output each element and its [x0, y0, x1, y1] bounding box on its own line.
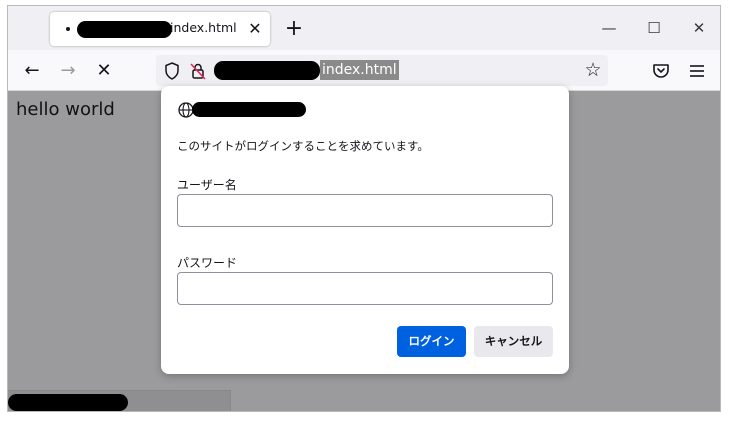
cancel-button[interactable]: キャンセル: [474, 326, 553, 357]
password-label: パスワード: [177, 256, 238, 270]
minimize-button[interactable]: —: [587, 14, 631, 42]
login-button[interactable]: ログイン: [397, 326, 466, 357]
tab-title-redacted: [77, 21, 172, 38]
bookmark-star-icon[interactable]: ☆: [582, 59, 604, 81]
status-text-redacted: [8, 394, 128, 411]
maximize-button[interactable]: ☐: [632, 14, 676, 42]
tab-strip: index.html ✕ + — ☐ ✕: [8, 6, 720, 50]
username-label: ユーザー名: [177, 178, 237, 192]
browser-window: index.html ✕ + — ☐ ✕ ← → ✕ index.html ☆: [7, 5, 721, 412]
url-bar[interactable]: index.html ☆: [156, 55, 608, 86]
password-field[interactable]: [177, 272, 553, 305]
insecure-lock-icon[interactable]: [188, 61, 208, 81]
status-bar: [8, 390, 231, 411]
tracking-protection-shield-icon[interactable]: [162, 61, 182, 81]
tab-loading-indicator: [66, 27, 70, 31]
tab-close-icon[interactable]: ✕: [246, 19, 264, 39]
back-button[interactable]: ←: [18, 58, 46, 84]
login-dialog: このサイトがログインすることを求めています。 ユーザー名 パスワード ログイン …: [161, 86, 569, 374]
forward-button[interactable]: →: [54, 58, 82, 84]
dialog-message: このサイトがログインすることを求めています。: [177, 139, 429, 153]
stop-button[interactable]: ✕: [90, 58, 118, 84]
tab-title: index.html: [170, 20, 237, 35]
url-host-redacted: [214, 61, 320, 80]
tab-active[interactable]: index.html ✕: [50, 12, 270, 46]
dialog-host-redacted: [192, 102, 306, 117]
url-path-selected[interactable]: index.html: [320, 60, 399, 80]
pocket-icon[interactable]: [649, 59, 673, 83]
username-field[interactable]: [177, 194, 553, 227]
page-body-text: hello world: [16, 99, 115, 120]
menu-hamburger-icon[interactable]: [685, 59, 709, 83]
navigation-toolbar: ← → ✕ index.html ☆: [8, 50, 720, 91]
new-tab-button[interactable]: +: [282, 18, 306, 42]
close-window-button[interactable]: ✕: [677, 14, 720, 42]
